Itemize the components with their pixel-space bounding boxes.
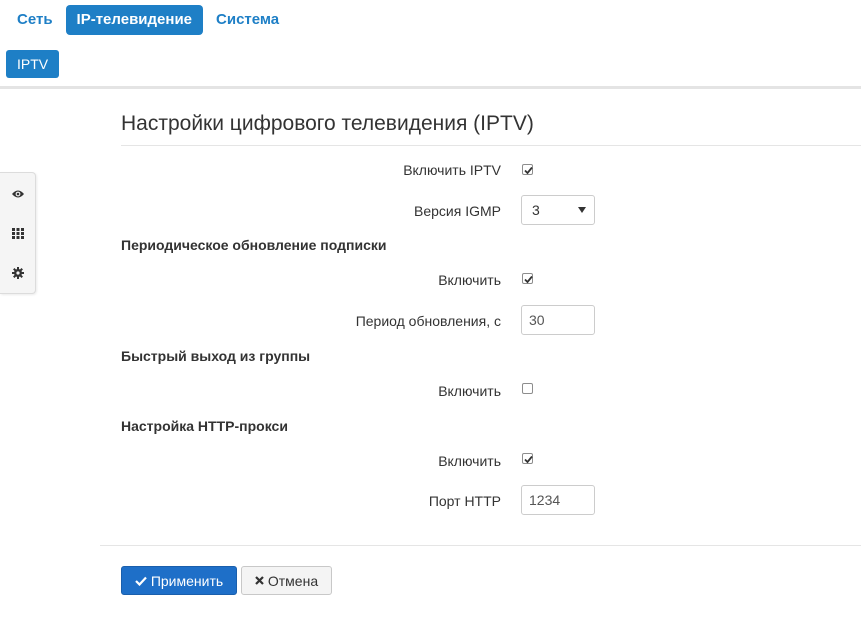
- cancel-button[interactable]: Отмена: [241, 566, 332, 595]
- periodic-update-enable-checkbox[interactable]: [522, 273, 533, 284]
- fast-leave-heading: Быстрый выход из группы: [121, 348, 311, 364]
- side-toolbar: [0, 172, 36, 294]
- http-proxy-enable-label: Включить: [438, 453, 501, 469]
- caret-down-icon: [578, 207, 586, 213]
- http-proxy-enable-checkbox[interactable]: [522, 453, 533, 464]
- footer-divider: [100, 545, 861, 546]
- igmp-version-label: Версия IGMP: [414, 203, 501, 219]
- periodic-update-heading: Периодическое обновление подписки: [121, 237, 387, 253]
- enable-iptv-checkbox[interactable]: [522, 164, 533, 175]
- close-icon: [255, 576, 264, 585]
- check-icon: [135, 576, 147, 586]
- subtab-iptv[interactable]: IPTV: [6, 50, 60, 78]
- eye-icon[interactable]: [9, 185, 27, 203]
- http-proxy-heading: Настройка HTTP-прокси: [121, 418, 288, 434]
- periodic-update-enable-label: Включить: [438, 272, 501, 288]
- top-nav: Сеть IP-телевидение Система: [6, 5, 292, 35]
- period-label: Период обновления, с: [355, 313, 501, 329]
- sub-nav: IPTV: [6, 50, 60, 78]
- http-port-label: Порт HTTP: [428, 493, 501, 509]
- apply-button[interactable]: Применить: [121, 566, 237, 595]
- page-title: Настройки цифрового телевидения (IPTV): [121, 112, 534, 135]
- fast-leave-enable-checkbox[interactable]: [522, 383, 533, 394]
- title-divider: [121, 145, 861, 146]
- tab-system[interactable]: Система: [205, 5, 290, 35]
- enable-iptv-label: Включить IPTV: [403, 162, 501, 178]
- gear-icon[interactable]: [9, 264, 27, 282]
- igmp-version-value: 3: [532, 202, 540, 218]
- grid-icon[interactable]: [9, 224, 27, 242]
- tab-iptv[interactable]: IP-телевидение: [65, 5, 204, 35]
- period-input[interactable]: [521, 305, 595, 335]
- nav-divider: [0, 86, 861, 89]
- apply-button-label: Применить: [150, 572, 224, 589]
- fast-leave-enable-label: Включить: [438, 383, 501, 399]
- cancel-button-label: Отмена: [267, 572, 319, 589]
- igmp-version-select[interactable]: 3: [521, 195, 595, 225]
- tab-network[interactable]: Сеть: [6, 5, 64, 35]
- http-port-input[interactable]: [521, 485, 595, 515]
